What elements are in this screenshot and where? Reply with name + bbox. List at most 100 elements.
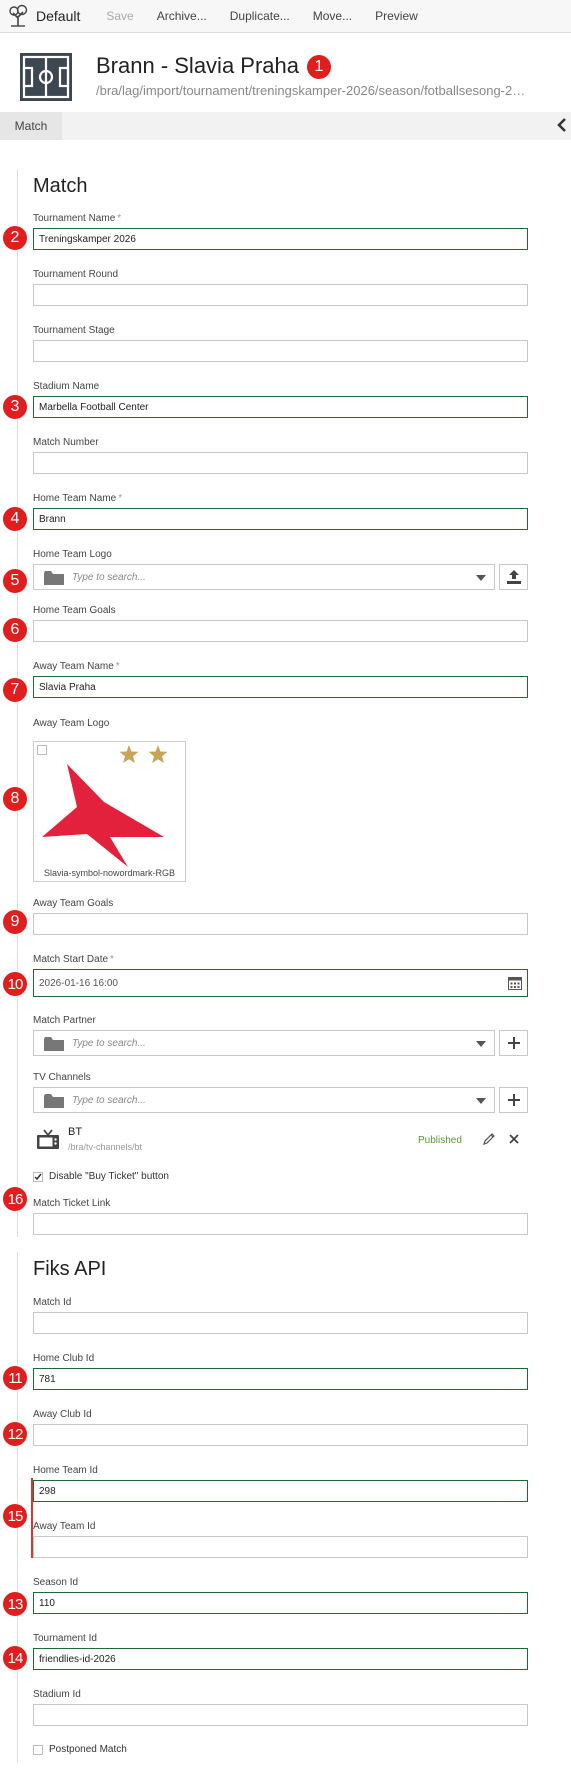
postponed-match-label: Postponed Match bbox=[49, 1744, 127, 1755]
home-team-logo-placeholder: Type to search... bbox=[72, 572, 146, 583]
tv-channels-placeholder: Type to search... bbox=[72, 1095, 146, 1106]
caret-down-icon[interactable] bbox=[476, 1041, 486, 1047]
stadium-name-input[interactable]: Marbella Football Center bbox=[33, 396, 528, 418]
annotation-badge-4: 4 bbox=[2, 506, 28, 532]
tv-icon bbox=[37, 1129, 59, 1149]
annotation-badge-14: 14 bbox=[2, 1645, 28, 1671]
preview-button[interactable]: Preview bbox=[375, 9, 418, 23]
status-badge: Published bbox=[418, 1135, 462, 1146]
tournament-id-label: Tournament Id bbox=[33, 1633, 97, 1644]
annotation-badge-9: 9 bbox=[2, 909, 28, 935]
upload-button[interactable] bbox=[499, 564, 528, 590]
away-team-logo-label: Away Team Logo bbox=[33, 718, 110, 729]
chevron-left-icon[interactable] bbox=[557, 117, 567, 133]
stadium-name-label: Stadium Name bbox=[33, 381, 100, 392]
slavia-logo-image bbox=[42, 745, 168, 867]
home-team-goals-input[interactable] bbox=[33, 620, 528, 642]
tab-bar: Match bbox=[0, 112, 571, 140]
annotation-badge-8: 8 bbox=[2, 786, 28, 812]
tournament-id-input[interactable]: friendlies-id-2026 bbox=[33, 1648, 528, 1670]
annotation-badge-5: 5 bbox=[2, 568, 28, 594]
away-team-id-label: Away Team Id bbox=[33, 1521, 96, 1532]
match-number-label: Match Number bbox=[33, 437, 99, 448]
stadium-id-label: Stadium Id bbox=[33, 1689, 81, 1700]
add-partner-button[interactable] bbox=[499, 1030, 528, 1056]
tv-channels-search[interactable]: Type to search... bbox=[33, 1087, 495, 1113]
home-team-logo-label: Home Team Logo bbox=[33, 549, 112, 560]
plus-icon bbox=[507, 1094, 520, 1106]
tv-channel-item: BT /bra/tv-channels/bt Published bbox=[33, 1121, 528, 1157]
match-ticket-link-input[interactable] bbox=[33, 1213, 528, 1235]
tv-channel-name[interactable]: BT bbox=[68, 1126, 82, 1138]
annotation-badge-11: 11 bbox=[2, 1365, 28, 1391]
toolbar: Default Save Archive... Duplicate... Mov… bbox=[0, 0, 571, 33]
caret-down-icon[interactable] bbox=[476, 1098, 486, 1104]
pencil-icon[interactable] bbox=[483, 1133, 495, 1145]
disable-buy-ticket-label: Disable "Buy Ticket" button bbox=[49, 1171, 169, 1182]
match-id-input[interactable] bbox=[33, 1312, 528, 1334]
tournament-stage-input[interactable] bbox=[33, 340, 528, 362]
away-team-goals-input[interactable] bbox=[33, 913, 528, 935]
match-number-input[interactable] bbox=[33, 452, 528, 474]
away-team-name-label: Away Team Name * bbox=[33, 661, 120, 672]
section-title-match: Match bbox=[33, 175, 88, 197]
upload-icon bbox=[506, 570, 521, 584]
annotation-badge-16: 16 bbox=[2, 1186, 28, 1212]
away-team-goals-label: Away Team Goals bbox=[33, 898, 114, 909]
home-team-name-input[interactable]: Brann bbox=[33, 508, 528, 530]
archive-button[interactable]: Archive... bbox=[157, 9, 207, 23]
tournament-name-label: Tournament Name * bbox=[33, 213, 122, 224]
annotation-badge-1: 1 bbox=[306, 54, 332, 80]
site-name[interactable]: Default bbox=[36, 8, 80, 24]
away-team-id-input[interactable] bbox=[33, 1536, 528, 1558]
match-partner-placeholder: Type to search... bbox=[72, 1038, 146, 1049]
tournament-round-input[interactable] bbox=[33, 284, 528, 306]
folder-icon bbox=[44, 1094, 64, 1108]
add-tv-channel-button[interactable] bbox=[499, 1087, 528, 1113]
disable-buy-ticket-checkbox[interactable]: Disable "Buy Ticket" button bbox=[33, 1171, 169, 1182]
match-start-date-value: 2026-01-16 16:00 bbox=[39, 977, 118, 989]
away-club-id-label: Away Club Id bbox=[33, 1409, 92, 1420]
annotation-badge-12: 12 bbox=[2, 1421, 28, 1447]
annotation-badge-15: 15 bbox=[2, 1503, 28, 1529]
tv-channels-label: TV Channels bbox=[33, 1072, 91, 1083]
annotation-badge-2: 2 bbox=[2, 225, 28, 251]
annotation-badge-10: 10 bbox=[2, 971, 28, 997]
season-id-input[interactable]: 110 bbox=[33, 1592, 528, 1614]
away-team-name-input[interactable]: Slavia Praha bbox=[33, 676, 528, 698]
match-start-date-label: Match Start Date * bbox=[33, 954, 114, 965]
checkbox-box[interactable] bbox=[33, 1171, 43, 1182]
match-start-date-input[interactable]: 2026-01-16 16:00 bbox=[33, 969, 528, 997]
save-button[interactable]: Save bbox=[106, 9, 133, 23]
annotation-badge-7: 7 bbox=[2, 677, 28, 703]
home-team-logo-search[interactable]: Type to search... bbox=[33, 564, 495, 590]
home-team-id-input[interactable]: 298 bbox=[33, 1480, 528, 1502]
tournament-name-input[interactable]: Treningskamper 2026 bbox=[33, 228, 528, 250]
section-title-fiks-api: Fiks API bbox=[33, 1258, 107, 1280]
match-partner-label: Match Partner bbox=[33, 1015, 96, 1026]
caret-down-icon[interactable] bbox=[476, 575, 486, 581]
match-partner-search[interactable]: Type to search... bbox=[33, 1030, 495, 1056]
postponed-match-checkbox[interactable]: Postponed Match bbox=[33, 1744, 127, 1755]
tv-channel-path: /bra/tv-channels/bt bbox=[68, 1142, 143, 1152]
section-guide-line bbox=[17, 170, 18, 1237]
away-team-logo-card[interactable]: Slavia-symbol-nowordmark-RGB bbox=[33, 741, 186, 882]
tab-match[interactable]: Match bbox=[0, 112, 62, 140]
tree-logo-icon bbox=[9, 4, 28, 27]
home-team-name-label: Home Team Name * bbox=[33, 493, 123, 504]
close-icon[interactable] bbox=[509, 1134, 519, 1144]
checkbox-box[interactable] bbox=[33, 1744, 43, 1755]
duplicate-button[interactable]: Duplicate... bbox=[230, 9, 290, 23]
move-button[interactable]: Move... bbox=[313, 9, 352, 23]
tournament-stage-label: Tournament Stage bbox=[33, 325, 115, 336]
away-club-id-input[interactable] bbox=[33, 1424, 528, 1446]
content-path: /bra/lag/import/tournament/treningskampe… bbox=[96, 83, 526, 98]
home-club-id-label: Home Club Id bbox=[33, 1353, 95, 1364]
stadium-id-input[interactable] bbox=[33, 1704, 528, 1726]
season-id-label: Season Id bbox=[33, 1577, 79, 1588]
home-team-id-label: Home Team Id bbox=[33, 1465, 98, 1476]
folder-icon bbox=[44, 1037, 64, 1051]
calendar-icon[interactable] bbox=[508, 976, 522, 990]
home-club-id-input[interactable]: 781 bbox=[33, 1368, 528, 1390]
match-id-label: Match Id bbox=[33, 1297, 72, 1308]
